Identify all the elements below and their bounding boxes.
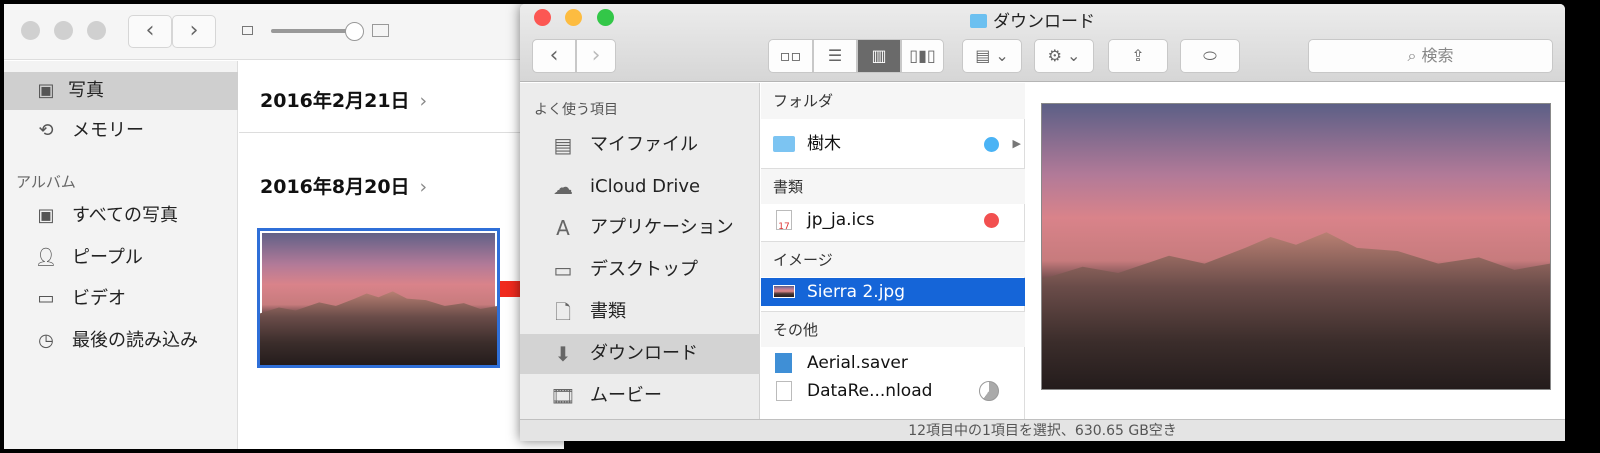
- minimize-button[interactable]: [54, 21, 73, 40]
- zoom-button[interactable]: [87, 21, 106, 40]
- cover-flow-button[interactable]: ▯▮▯: [901, 39, 944, 73]
- person-icon: 👤︎: [34, 247, 58, 268]
- file-column: フォルダ 樹木 ▶ 書類 17 jp_ja.ics イメージ Sierra 2.jp…: [761, 83, 1025, 419]
- group-header: その他: [761, 311, 1025, 347]
- window-title: ダウンロード: [970, 7, 1095, 32]
- arrange-button[interactable]: ▤ ⌄: [962, 39, 1022, 73]
- downloads-folder-icon: [970, 14, 987, 28]
- favorites-heading: よく使う項目: [534, 102, 618, 118]
- folder-icon: [773, 136, 795, 152]
- cloud-icon: ☁: [553, 175, 573, 199]
- search-icon: ⌕: [1407, 46, 1422, 65]
- minimize-button[interactable]: [565, 9, 582, 26]
- finder-window: ダウンロード ‹ ‹ › ▫▫ ☰ ▥ ▯▮▯ ▤ ⌄ ⚙ ⌄ ⇪ ⬭ ⌕ 検索…: [520, 4, 1565, 441]
- sidebar-item-applications[interactable]: A アプリケーション: [520, 208, 760, 248]
- tags-button[interactable]: ⬭: [1180, 39, 1240, 73]
- clock-icon: ◷: [38, 330, 54, 351]
- sidebar-item-downloads[interactable]: ⬇ ダウンロード: [520, 334, 760, 374]
- image-file-icon: [773, 285, 795, 298]
- photos-icon: ▣: [37, 80, 55, 101]
- list-view-button[interactable]: ☰: [813, 39, 857, 73]
- download-progress-icon: [979, 381, 999, 401]
- all-files-icon: ▤: [553, 133, 573, 157]
- tag-dot: [984, 213, 999, 228]
- photos-icon: ▣: [37, 205, 55, 226]
- photos-toolbar: ‹ ›: [4, 4, 564, 60]
- sidebar-item-memories[interactable]: ⟲ メモリー: [4, 112, 238, 150]
- sidebar-item-movies[interactable]: 🎞︎ ムービー: [520, 376, 760, 416]
- large-photo-icon: [372, 24, 389, 37]
- sidebar-item-all-photos[interactable]: ▣ すべての写真: [4, 197, 238, 235]
- tag-dot: [984, 137, 999, 152]
- small-photo-icon: [242, 26, 253, 35]
- search-field[interactable]: ⌕ 検索: [1308, 39, 1553, 73]
- date-header[interactable]: 2016年8月20日 ›: [260, 172, 427, 199]
- selected-photo-thumbnail[interactable]: [257, 228, 500, 368]
- memories-icon: ⟲: [38, 120, 54, 141]
- status-bar: 12項目中の1項目を選択、630.65 GB空き: [520, 419, 1565, 441]
- sidebar-item-last-import[interactable]: ◷ 最後の読み込み: [4, 322, 238, 360]
- group-header: 書類: [761, 168, 1025, 204]
- sidebar-item-documents[interactable]: 🗋︎ 書類: [520, 292, 760, 332]
- forward-button[interactable]: ›: [172, 15, 216, 48]
- divider: [239, 132, 564, 133]
- albums-heading: アルバム: [16, 173, 76, 191]
- close-button[interactable]: [534, 9, 551, 26]
- sidebar-item-my-files[interactable]: ▤ マイファイル: [520, 125, 760, 165]
- share-button[interactable]: ⇪: [1108, 39, 1168, 73]
- sidebar-item-desktop[interactable]: ▭ デスクトップ: [520, 250, 760, 290]
- zoom-button[interactable]: [597, 9, 614, 26]
- date-header[interactable]: 2016年2月21日 ›: [260, 86, 427, 113]
- image-preview: [1041, 103, 1551, 390]
- document-icon: 🗋︎: [554, 300, 572, 324]
- safari-download-icon: [776, 381, 792, 401]
- file-row[interactable]: DataRe...nload: [761, 375, 1025, 407]
- preview-pane: [1026, 83, 1565, 419]
- close-button[interactable]: [21, 21, 40, 40]
- sidebar-item-photos[interactable]: ▣ 写真: [4, 72, 238, 110]
- column-view-button[interactable]: ▥: [857, 39, 901, 73]
- photos-sidebar: ▣ 写真 ⟲ メモリー アルバム ▣ すべての写真 👤︎ ピープル ▭ ビデオ ◷ 最後の読…: [4, 61, 238, 449]
- file-row-selected[interactable]: Sierra 2.jpg: [761, 278, 1025, 306]
- finder-sidebar: よく使う項目 ▤ マイファイル ☁ iCloud Drive A アプリケーション ▭…: [520, 83, 760, 419]
- finder-toolbar: ダウンロード ‹ ‹ › ▫▫ ☰ ▥ ▯▮▯ ▤ ⌄ ⚙ ⌄ ⇪ ⬭ ⌕ 検索: [520, 4, 1565, 82]
- sidebar-item-people[interactable]: 👤︎ ピープル: [4, 239, 238, 277]
- film-icon: 🎞︎: [550, 384, 576, 408]
- video-icon: ▭: [37, 288, 55, 309]
- sidebar-item-videos[interactable]: ▭ ビデオ: [4, 280, 238, 318]
- group-header: フォルダ: [761, 83, 1025, 119]
- screensaver-file-icon: [775, 353, 792, 373]
- sidebar-item-icloud[interactable]: ☁ iCloud Drive: [520, 167, 760, 207]
- icon-view-button[interactable]: ▫▫: [768, 39, 813, 73]
- action-gear-button[interactable]: ⚙ ⌄: [1034, 39, 1094, 73]
- download-icon: ⬇: [554, 342, 572, 366]
- file-row[interactable]: 17 jp_ja.ics: [761, 204, 1025, 236]
- disclosure-arrow-icon: ▶: [1012, 137, 1021, 150]
- file-row[interactable]: 樹木 ▶: [761, 128, 1025, 160]
- back-button[interactable]: ‹: [532, 39, 576, 73]
- forward-button[interactable]: ›: [576, 39, 616, 73]
- photos-window: ‹ › ▣ 写真 ⟲ メモリー アルバム ▣ すべての写真 👤︎ ピープル ▭ ビデオ ◷…: [4, 4, 564, 449]
- back-button[interactable]: ‹: [128, 15, 172, 48]
- applications-icon: A: [556, 216, 570, 240]
- calendar-file-icon: 17: [776, 210, 792, 232]
- slider-knob[interactable]: [345, 22, 364, 41]
- desktop-icon: ▭: [553, 258, 573, 282]
- group-header: イメージ: [761, 241, 1025, 277]
